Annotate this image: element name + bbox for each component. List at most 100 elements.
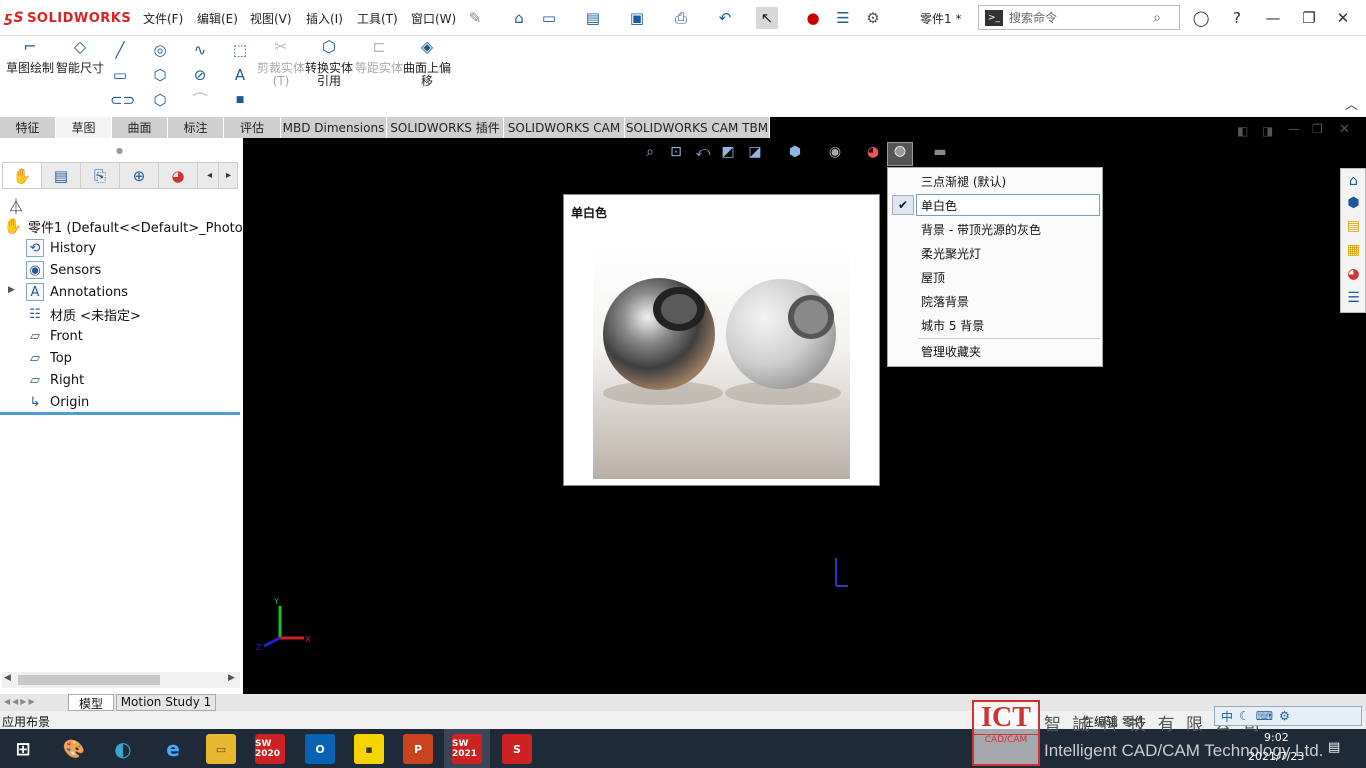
scroll-thumb[interactable] xyxy=(18,675,160,685)
menu-edit[interactable]: 编辑(E) xyxy=(197,10,238,27)
hide-show-items-icon[interactable]: ◉ xyxy=(824,144,846,164)
ime-toolbar[interactable]: 中 ☾ ⌨ ⚙ xyxy=(1214,706,1362,726)
menu-insert[interactable]: 插入(I) xyxy=(306,10,343,27)
powerpoint-icon[interactable]: P xyxy=(403,734,433,764)
tree-item-front-plane[interactable]: ▱ Front xyxy=(26,325,269,347)
circle-icon[interactable]: ◎ xyxy=(150,40,170,60)
rectangle-icon[interactable]: ▭ xyxy=(110,65,130,85)
clock-time[interactable]: 9:02 xyxy=(1264,731,1289,744)
point-icon[interactable]: ■ xyxy=(230,90,250,110)
property-manager-tab-icon[interactable]: ▤ xyxy=(42,163,81,188)
view-settings-icon[interactable]: ▬ xyxy=(929,144,951,164)
undo-icon[interactable]: ↶ xyxy=(714,7,736,29)
tree-item-history[interactable]: ⟲ History xyxy=(26,237,269,259)
tab-model[interactable]: 模型 xyxy=(68,694,114,711)
windows-start-icon[interactable]: ⊞ xyxy=(8,734,38,764)
tree-item-origin[interactable]: ↳ Origin xyxy=(26,391,269,413)
tab-solidworks-cam[interactable]: SOLIDWORKS CAM xyxy=(504,117,625,138)
line-icon[interactable]: ╱ xyxy=(110,40,130,60)
tab-nav-arrows-icon[interactable]: ◀◀▶▶ xyxy=(4,697,37,706)
solidworks-logo[interactable]: ƽS SOLIDWORKS xyxy=(4,8,131,28)
edge-browser-icon[interactable]: ◐ xyxy=(108,734,138,764)
expand-arrow-icon[interactable]: ▶ xyxy=(8,285,15,295)
tab-surfaces[interactable]: 曲面 xyxy=(112,117,168,138)
menu-window[interactable]: 窗口(W) xyxy=(411,10,456,27)
configuration-manager-tab-icon[interactable]: ⎘ xyxy=(81,163,120,188)
scene-option-city-5[interactable]: 城市 5 背景 xyxy=(888,314,1102,336)
new-document-icon[interactable]: ▭ xyxy=(538,7,560,29)
viewport-minimize-icon[interactable]: — xyxy=(1288,122,1300,136)
smart-dimension-button[interactable]: ◇ 智能尺寸 xyxy=(55,39,105,75)
home-icon[interactable]: ⌂ xyxy=(508,7,530,29)
minimize-icon[interactable]: — xyxy=(1262,7,1284,29)
apply-scene-icon[interactable]: ◍ xyxy=(887,142,913,166)
tree-item-top-plane[interactable]: ▱ Top xyxy=(26,347,269,369)
print-icon[interactable]: ⎙ xyxy=(670,7,692,29)
scroll-right-icon[interactable]: ▶ xyxy=(228,673,235,683)
tree-item-annotations[interactable]: A Annotations xyxy=(26,281,269,303)
tabs-scroll-right-icon[interactable]: ▸ xyxy=(220,163,238,188)
outlook-icon[interactable]: O xyxy=(305,734,335,764)
tab-evaluate[interactable]: 评估 xyxy=(224,117,281,138)
fillet-icon[interactable]: ⌒ xyxy=(190,90,210,110)
feature-manager-tab-icon[interactable]: ✋ xyxy=(3,163,42,188)
search-commands-box[interactable]: >_ 搜索命令 ⌕ xyxy=(978,5,1180,30)
scene-option-plain-white[interactable]: 单白色 xyxy=(916,194,1100,216)
file-properties-icon[interactable]: ☰ xyxy=(832,7,854,29)
spline-icon[interactable]: ∿ xyxy=(190,40,210,60)
tab-solidworks-addins[interactable]: SOLIDWORKS 插件 xyxy=(387,117,504,138)
menu-tools[interactable]: 工具(T) xyxy=(357,10,398,27)
zoom-to-area-icon[interactable]: ⊡ xyxy=(665,144,687,164)
zoom-to-fit-icon[interactable]: ⌕ xyxy=(639,144,661,164)
scene-option-three-point-faded[interactable]: 三点渐褪 (默认) xyxy=(888,170,1102,192)
menu-file[interactable]: 文件(F) xyxy=(143,10,183,27)
offset-on-surface-button[interactable]: ◈ 曲面上偏移 xyxy=(402,39,452,88)
dimxpert-tab-icon[interactable]: ⊕ xyxy=(120,163,159,188)
polygon-icon[interactable]: ⬡ xyxy=(150,65,170,85)
trim-entities-button[interactable]: ✂ 剪裁实体(T) xyxy=(256,39,306,88)
tab-features[interactable]: 特征 xyxy=(0,117,56,138)
menu-view[interactable]: 视图(V) xyxy=(250,10,292,27)
previous-view-icon[interactable]: ⤺ xyxy=(692,144,714,164)
tree-root-part[interactable]: ✋ 零件1 (Default<<Default>_PhotoWorks xyxy=(4,215,283,237)
scene-option-soft-spotlight[interactable]: 柔光聚光灯 xyxy=(888,242,1102,264)
restore-icon[interactable]: ❐ xyxy=(1298,7,1320,29)
options-gear-icon[interactable]: ⚙ xyxy=(862,7,884,29)
tab-sketch[interactable]: 草图 xyxy=(56,117,112,138)
rollback-bar[interactable] xyxy=(0,412,240,415)
scene-option-manage-favorites[interactable]: 管理收藏夹 xyxy=(888,340,1102,362)
tree-item-right-plane[interactable]: ▱ Right xyxy=(26,369,269,391)
internet-explorer-icon[interactable]: e xyxy=(158,734,188,764)
text-icon[interactable]: A xyxy=(230,65,250,85)
appearances-scenes-icon[interactable]: ◕ xyxy=(1343,264,1364,285)
rebuild-icon[interactable]: ● xyxy=(802,7,824,29)
sketch-button[interactable]: ⌐ 草图绘制 xyxy=(5,39,55,75)
solidworks-launcher-icon[interactable]: S xyxy=(502,734,532,764)
display-manager-tab-icon[interactable]: ◕ xyxy=(159,163,198,188)
sticky-notes-icon[interactable]: ▪ xyxy=(354,734,384,764)
viewport-close-icon[interactable]: ✕ xyxy=(1339,122,1350,137)
clock-date[interactable]: 2021/7/23 xyxy=(1248,750,1304,763)
offset-entities-button[interactable]: ⊏ 等距实体 xyxy=(354,39,404,75)
tabs-scroll-left-icon[interactable]: ◂ xyxy=(201,163,219,188)
tree-item-sensors[interactable]: ◉ Sensors xyxy=(26,259,269,281)
tab-motion-study[interactable]: Motion Study 1 xyxy=(116,694,216,711)
slot-icon[interactable]: ⊂⊃ xyxy=(110,90,135,110)
splitter-handle-icon[interactable]: ● xyxy=(116,146,123,155)
tab-solidworks-cam-tbm[interactable]: SOLIDWORKS CAM TBM xyxy=(625,117,770,138)
custom-properties-icon[interactable]: ☰ xyxy=(1343,288,1364,309)
filter-icon[interactable]: ⏃ xyxy=(8,193,24,217)
view-orientation-icon[interactable]: ⬢ xyxy=(784,144,806,164)
tab-mbd-dimensions[interactable]: MBD Dimensions xyxy=(281,117,387,138)
convert-entities-button[interactable]: ⬡ 转换实体引用 xyxy=(304,39,354,88)
help-icon[interactable]: ? xyxy=(1226,7,1248,29)
ellipse-icon[interactable]: ⊘ xyxy=(190,65,210,85)
solidworks-2020-icon[interactable]: SW 2020 xyxy=(255,734,285,764)
select-icon[interactable]: ↖ xyxy=(756,7,778,29)
tab-markup[interactable]: 标注 xyxy=(168,117,224,138)
search-icon[interactable]: ⌕ xyxy=(1153,10,1161,26)
tree-item-material[interactable]: ☷ 材质 <未指定> xyxy=(26,303,269,325)
close-icon[interactable]: ✕ xyxy=(1332,7,1354,29)
file-explorer-app-icon[interactable]: ▭ xyxy=(206,734,236,764)
paint-app-icon[interactable]: 🎨 xyxy=(59,734,89,764)
